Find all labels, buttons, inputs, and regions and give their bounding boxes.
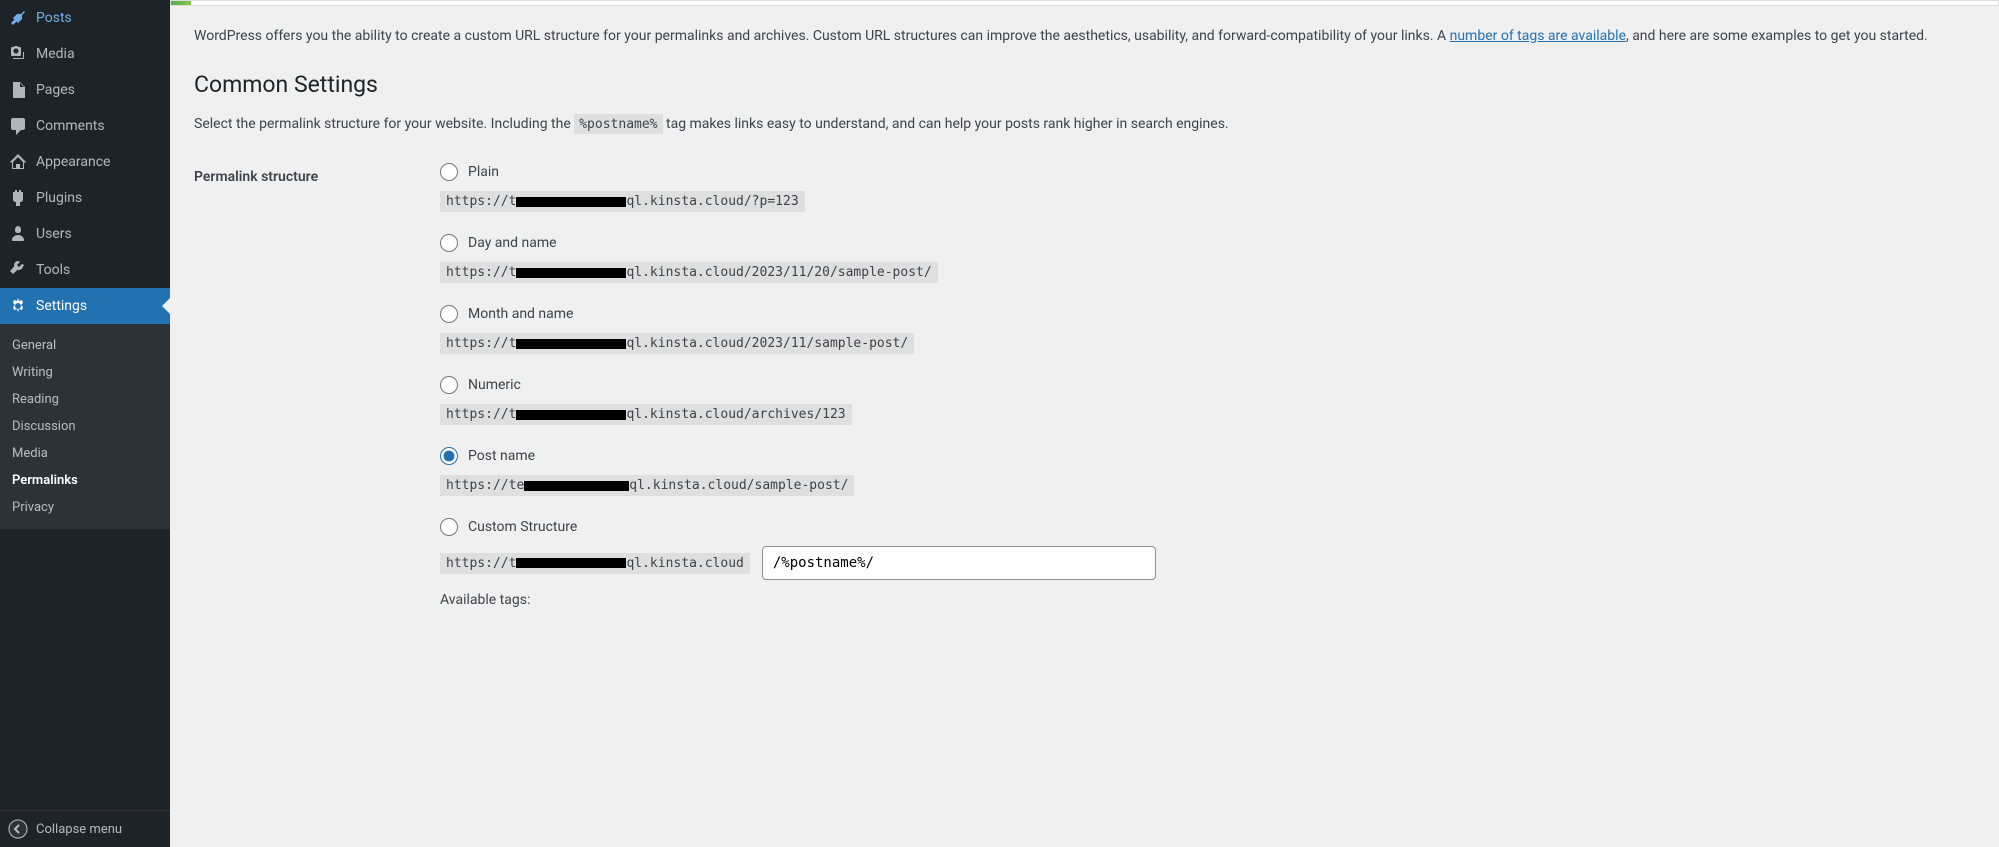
collapse-label: Collapse menu xyxy=(36,822,122,837)
radio-custom[interactable] xyxy=(440,518,458,536)
menu-label: Tools xyxy=(36,262,70,278)
radio-month-name[interactable] xyxy=(440,305,458,323)
url-base-custom: https://tql.kinsta.cloud xyxy=(440,553,750,574)
submenu-reading[interactable]: Reading xyxy=(0,386,170,413)
submenu-privacy[interactable]: Privacy xyxy=(0,494,170,521)
radio-label-day-name[interactable]: Day and name xyxy=(440,230,1975,256)
progress-fill xyxy=(171,1,191,5)
postname-tag: %postname% xyxy=(574,114,662,134)
settings-submenu: General Writing Reading Discussion Media… xyxy=(0,324,170,529)
form-fields: Plain https://tql.kinsta.cloud/?p=123 Da… xyxy=(440,159,1975,614)
available-tags-label: Available tags: xyxy=(440,592,1975,608)
radio-day-name[interactable] xyxy=(440,234,458,252)
custom-structure-input[interactable] xyxy=(762,546,1156,580)
radio-plain[interactable] xyxy=(440,163,458,181)
hint-text: Select the permalink structure for your … xyxy=(194,114,1975,135)
option-plain: Plain https://tql.kinsta.cloud/?p=123 xyxy=(440,159,1975,224)
comments-icon xyxy=(8,116,28,136)
radio-numeric[interactable] xyxy=(440,376,458,394)
tools-icon xyxy=(8,260,28,280)
radio-label-numeric[interactable]: Numeric xyxy=(440,372,1975,398)
progress-bar xyxy=(170,0,1999,6)
sidebar-item-tools[interactable]: Tools xyxy=(0,252,170,288)
form-label: Permalink structure xyxy=(194,159,440,614)
pages-icon xyxy=(8,80,28,100)
submenu-discussion[interactable]: Discussion xyxy=(0,413,170,440)
menu-label: Media xyxy=(36,46,75,62)
sidebar-item-comments[interactable]: Comments xyxy=(0,108,170,144)
intro-text: WordPress offers you the ability to crea… xyxy=(194,26,1975,47)
admin-sidebar: Posts Media Pages Comments Appearance Pl… xyxy=(0,0,170,847)
sidebar-item-pages[interactable]: Pages xyxy=(0,72,170,108)
url-example-numeric: https://tql.kinsta.cloud/archives/123 xyxy=(440,404,852,425)
submenu-media[interactable]: Media xyxy=(0,440,170,467)
sidebar-item-users[interactable]: Users xyxy=(0,216,170,252)
submenu-general[interactable]: General xyxy=(0,332,170,359)
menu-label: Appearance xyxy=(36,154,110,170)
radio-post-name[interactable] xyxy=(440,447,458,465)
option-post-name: Post name https://teql.kinsta.cloud/samp… xyxy=(440,443,1975,508)
collapse-icon xyxy=(8,819,28,839)
radio-label-custom[interactable]: Custom Structure xyxy=(440,514,1975,540)
option-month-name: Month and name https://tql.kinsta.cloud/… xyxy=(440,301,1975,366)
media-icon xyxy=(8,44,28,64)
plugins-icon xyxy=(8,188,28,208)
submenu-writing[interactable]: Writing xyxy=(0,359,170,386)
appearance-icon xyxy=(8,152,28,172)
option-numeric: Numeric https://tql.kinsta.cloud/archive… xyxy=(440,372,1975,437)
settings-icon xyxy=(8,296,28,316)
sidebar-item-media[interactable]: Media xyxy=(0,36,170,72)
url-example-post-name: https://teql.kinsta.cloud/sample-post/ xyxy=(440,475,854,496)
sidebar-item-plugins[interactable]: Plugins xyxy=(0,180,170,216)
radio-label-post-name[interactable]: Post name xyxy=(440,443,1975,469)
collapse-menu-button[interactable]: Collapse menu xyxy=(0,810,170,847)
sidebar-item-settings[interactable]: Settings xyxy=(0,288,170,324)
main-content: WordPress offers you the ability to crea… xyxy=(170,0,1999,847)
submenu-permalinks[interactable]: Permalinks xyxy=(0,467,170,494)
menu-label: Comments xyxy=(36,118,105,134)
users-icon xyxy=(8,224,28,244)
section-heading: Common Settings xyxy=(194,71,1975,98)
menu-label: Users xyxy=(36,226,72,242)
menu-label: Plugins xyxy=(36,190,82,206)
sidebar-item-appearance[interactable]: Appearance xyxy=(0,144,170,180)
radio-label-plain[interactable]: Plain xyxy=(440,159,1975,185)
permalink-form: Permalink structure Plain https://tql.ki… xyxy=(194,159,1975,614)
pin-icon xyxy=(8,8,28,28)
option-custom: Custom Structure https://tql.kinsta.clou… xyxy=(440,514,1975,608)
sidebar-item-posts[interactable]: Posts xyxy=(0,0,170,36)
tags-link[interactable]: number of tags are available xyxy=(1450,28,1626,44)
menu-label: Settings xyxy=(36,298,87,314)
radio-label-month-name[interactable]: Month and name xyxy=(440,301,1975,327)
url-example-day-name: https://tql.kinsta.cloud/2023/11/20/samp… xyxy=(440,262,938,283)
menu-label: Pages xyxy=(36,82,75,98)
url-example-month-name: https://tql.kinsta.cloud/2023/11/sample-… xyxy=(440,333,914,354)
url-example-plain: https://tql.kinsta.cloud/?p=123 xyxy=(440,191,805,212)
option-day-name: Day and name https://tql.kinsta.cloud/20… xyxy=(440,230,1975,295)
menu-label: Posts xyxy=(36,10,72,26)
